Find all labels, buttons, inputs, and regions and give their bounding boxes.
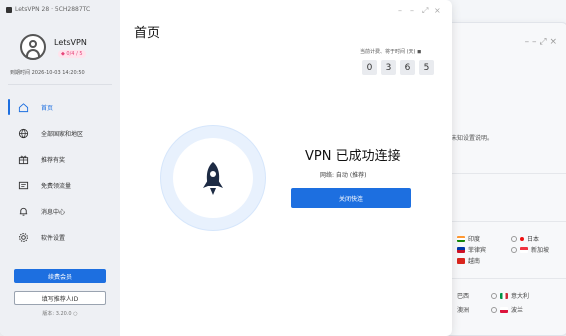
sidebar-item-label: 免费领流量 (41, 182, 72, 190)
sidebar-item-home[interactable]: 首页 (0, 96, 120, 118)
remaining-days-digit: 3 (381, 60, 396, 75)
rocket-icon (203, 162, 223, 195)
india-flag-icon (457, 235, 465, 242)
sidebar-item-label: 首页 (41, 104, 54, 112)
region-label: 波兰 (511, 307, 524, 314)
invite-code-button[interactable]: 填写推荐人ID (14, 291, 106, 305)
sidebar-item-settings[interactable]: 软件设置 (0, 226, 120, 248)
connection-status: VPN 已成功连接 (305, 149, 401, 164)
region-option-japan[interactable]: 日本 (511, 234, 539, 243)
vietnam-flag-icon (457, 257, 465, 264)
bell-icon (19, 207, 28, 216)
network-mode: 网络: 自动 (推荐) (320, 172, 367, 179)
radio-icon (511, 235, 517, 242)
avatar[interactable] (20, 34, 46, 60)
region-option-singapore[interactable]: 新加坡 (511, 245, 549, 254)
radio-icon (511, 246, 517, 253)
app-logo-icon (6, 6, 12, 13)
bg-divider (441, 221, 566, 222)
expiry-date: 到期时间 2026-10-03 14:20:50 (10, 70, 85, 76)
globe-icon (18, 128, 29, 138)
renew-button[interactable]: 续费会员 (14, 269, 106, 283)
sidebar-item-referral[interactable]: 推荐有奖 (0, 148, 120, 170)
sidebar-item-label: 全部国家和地区 (41, 130, 84, 138)
sidebar: LetsVPN 28 · 5CH2887TC LetsVPN ◆ 0/4 / 5… (0, 0, 120, 336)
region-option-italy[interactable]: 意大利 (491, 291, 529, 300)
region-option-brazil[interactable]: 巴西 (457, 291, 469, 300)
remaining-days-digit: 0 (362, 60, 377, 75)
region-label: 澳洲 (457, 307, 470, 314)
background-window: – – ⤢ × 未知设置说明。 印度 菲律宾 越南 日本 新加坡 巴西 澳洲 意… (440, 22, 566, 336)
italy-flag-icon (500, 292, 508, 299)
close-icon[interactable]: × (434, 6, 441, 15)
radio-icon (491, 306, 497, 313)
membership-badge: ◆ 0/4 / 5 (58, 50, 86, 58)
version-text: 版本: 3.20.0 ○ (42, 311, 78, 317)
sidebar-item-label: 消息中心 (41, 208, 66, 216)
sidebar-item-label: 推荐有奖 (41, 156, 66, 164)
home-icon (18, 102, 29, 112)
region-option-india[interactable]: 印度 (457, 234, 480, 243)
minimize-icon[interactable]: – (398, 6, 402, 15)
japan-flag-icon (520, 236, 524, 241)
region-label: 巴西 (457, 293, 470, 300)
region-option-poland[interactable]: 波兰 (491, 305, 523, 314)
sidebar-item-label: 软件设置 (41, 234, 66, 242)
bg-divider (441, 173, 566, 174)
sidebar-item-regions[interactable]: 全部国家和地区 (0, 122, 120, 144)
region-label: 日本 (527, 236, 540, 243)
sidebar-item-free-traffic[interactable]: 免费领流量 (0, 174, 120, 196)
gift-icon (18, 155, 29, 164)
radio-icon (491, 292, 497, 299)
connection-indicator[interactable] (173, 138, 253, 218)
region-label: 新加坡 (531, 247, 550, 254)
remaining-days-digit: 6 (400, 60, 415, 75)
remaining-days-label: 当前计费、将于时间 (天) ◼ (360, 49, 422, 55)
philippines-flag-icon (457, 246, 465, 253)
expand-icon[interactable]: ⤢ (422, 6, 428, 16)
region-label: 意大利 (511, 293, 530, 300)
region-label: 印度 (468, 236, 481, 243)
gear-icon (19, 232, 28, 242)
bg-divider (441, 278, 566, 279)
poland-flag-icon (500, 306, 508, 313)
main-window: LetsVPN 28 · 5CH2887TC LetsVPN ◆ 0/4 / 5… (0, 0, 452, 336)
disconnect-button[interactable]: 关闭快连 (291, 188, 411, 208)
window-title-text: LetsVPN 28 · 5CH2887TC (15, 6, 91, 13)
region-option-australia[interactable]: 澳洲 (457, 305, 469, 314)
bg-window-description: 未知设置说明。 (451, 135, 494, 142)
region-option-philippines[interactable]: 菲律宾 (457, 245, 486, 254)
sidebar-item-messages[interactable]: 消息中心 (0, 200, 120, 222)
page-title: 首页 (134, 26, 161, 41)
window-title: LetsVPN 28 · 5CH2887TC (6, 6, 90, 13)
ticket-icon (18, 181, 29, 189)
singapore-flag-icon (520, 246, 528, 253)
sidebar-divider (8, 84, 112, 85)
username: LetsVPN (54, 38, 87, 47)
collapse-icon[interactable]: – (410, 6, 414, 15)
region-label: 菲律宾 (468, 247, 487, 254)
region-option-vietnam[interactable]: 越南 (457, 256, 480, 265)
bg-window-controls[interactable]: – – ⤢ × (525, 37, 557, 47)
region-label: 越南 (468, 258, 481, 265)
remaining-days-digit: 5 (419, 60, 434, 75)
